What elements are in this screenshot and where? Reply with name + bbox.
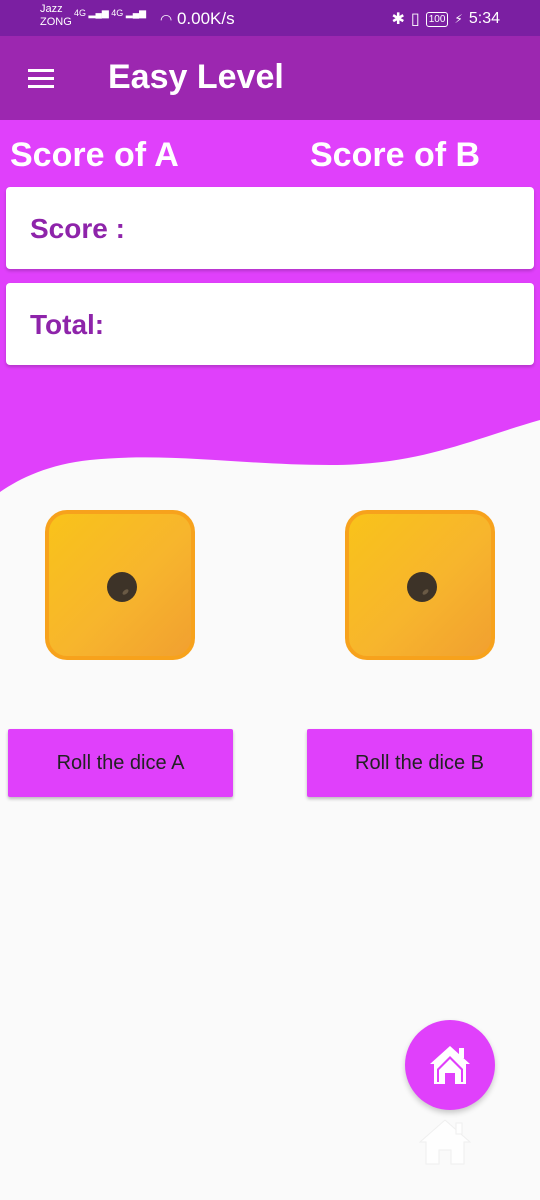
roll-dice-a-button[interactable]: Roll the dice A <box>8 729 233 797</box>
home-icon <box>430 1046 470 1084</box>
signal-icon: ▂▄▆ <box>88 8 109 18</box>
network-label-2: 4G <box>111 8 124 18</box>
speed-text: 0.00K/s <box>176 9 235 28</box>
roll-dice-b-button[interactable]: Roll the dice B <box>307 729 532 797</box>
die-pip <box>407 572 437 602</box>
total-card: Total: <box>6 283 534 365</box>
die-pip <box>107 572 137 602</box>
carrier-1: Jazz <box>40 3 63 15</box>
carrier-2: ZONG <box>40 16 72 28</box>
dice-b[interactable] <box>345 510 495 660</box>
total-text: Total: <box>30 309 105 340</box>
clock: 5:34 <box>468 10 500 27</box>
network-label: 4G <box>74 8 87 18</box>
menu-icon[interactable] <box>28 69 54 89</box>
charging-icon: ⚡ <box>454 12 463 26</box>
network-speed: ◠ 0.00K/s <box>160 9 235 29</box>
vibrate-icon: ▯ <box>410 11 420 28</box>
home-fab[interactable] <box>405 1020 495 1110</box>
signal-icon-2: ▂▄▆ <box>125 8 147 18</box>
score-text: Score : <box>30 213 125 244</box>
score-card: Score : <box>6 187 534 269</box>
status-right: ✱ ▯ 100 ⚡ 5:34 <box>392 9 500 29</box>
wifi-icon: ◠ <box>160 11 173 27</box>
score-a-label: Score of A <box>10 136 179 174</box>
carriers: Jazz ZONG <box>40 3 72 29</box>
score-b-label: Score of B <box>310 136 481 174</box>
status-bar: Jazz ZONG 4G ▂▄▆ 4G ▂▄▆ ◠ 0.00K/s ✱ ▯ 10… <box>0 0 540 36</box>
dice-a[interactable] <box>45 510 195 660</box>
bluetooth-icon: ✱ <box>391 11 405 28</box>
page-title: Easy Level <box>108 58 284 96</box>
app-bar: Easy Level <box>0 36 540 120</box>
home-ghost-icon <box>418 1119 472 1165</box>
battery-icon: 100 <box>425 11 449 27</box>
network-type: 4G ▂▄▆ 4G ▂▄▆ <box>74 8 146 19</box>
